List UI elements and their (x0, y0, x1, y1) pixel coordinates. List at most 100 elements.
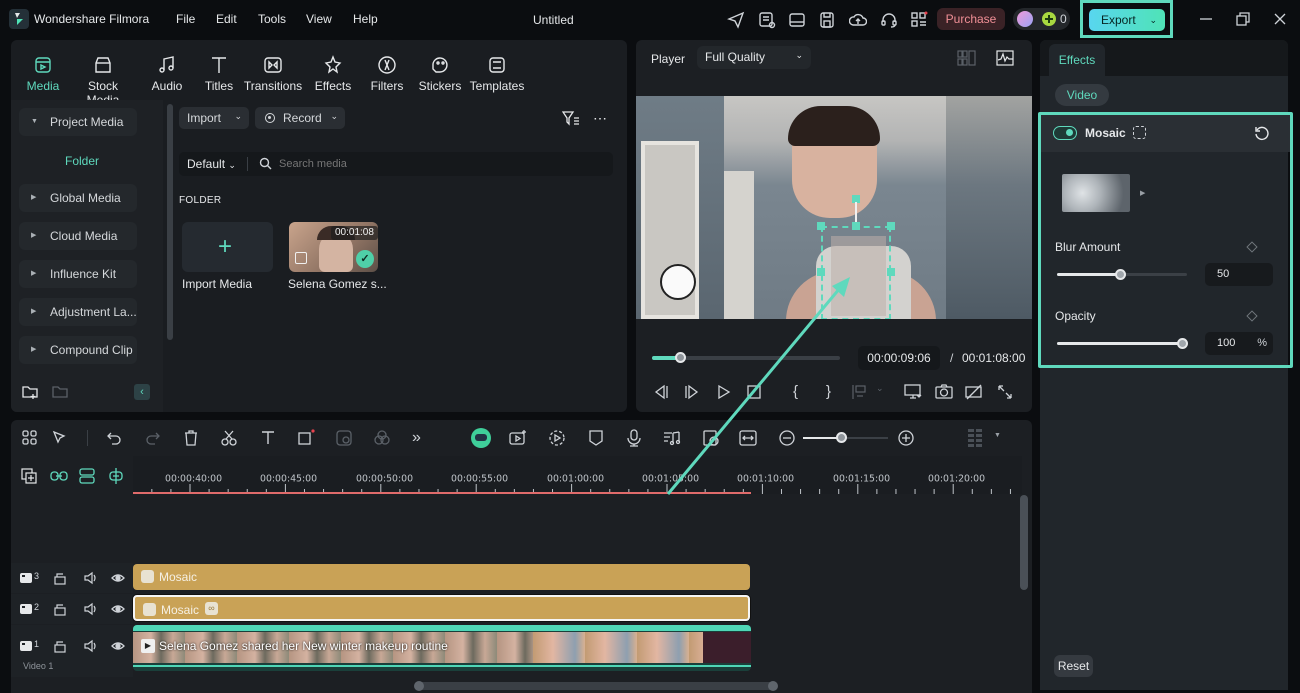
fit-timeline-icon[interactable] (739, 429, 757, 447)
search-input[interactable] (279, 155, 599, 173)
link-clips-icon[interactable] (50, 468, 68, 484)
speaker-icon[interactable] (83, 639, 97, 653)
snap-magnet-icon[interactable] (108, 468, 124, 484)
menu-view[interactable]: View (306, 12, 332, 26)
audio-mixer-icon[interactable] (663, 429, 681, 447)
media-thumbnail[interactable]: 00:01:08 ✓ (289, 222, 378, 272)
cloud-upload-icon[interactable] (849, 11, 867, 29)
task-list-icon[interactable] (758, 11, 776, 29)
sidebar-item-influence-kit[interactable]: ▶ Influence Kit (19, 260, 137, 288)
delete-trash-icon[interactable] (182, 429, 200, 447)
timeline-ruler[interactable]: 00:00:40:00 00:00:45:00 00:00:50:00 00:00:5… (133, 456, 1022, 494)
resize-handle[interactable] (887, 268, 895, 276)
crop-shape-icon[interactable] (297, 429, 315, 447)
tab-effects[interactable]: Effects (1049, 44, 1105, 76)
sidebar-folder[interactable]: Folder (65, 154, 99, 168)
avatar[interactable] (1017, 11, 1033, 27)
ai-portrait-icon[interactable] (335, 429, 353, 447)
video-clip[interactable]: ▶ Selena Gomez shared her New winter make… (133, 625, 751, 671)
headset-support-icon[interactable] (880, 11, 898, 29)
caret-down-icon[interactable]: ▼ (994, 432, 1001, 439)
undo-icon[interactable] (105, 429, 123, 447)
sidebar-scrollbar[interactable] (167, 104, 173, 340)
purchase-button[interactable]: Purchase (937, 8, 1005, 30)
sidebar-item-global-media[interactable]: ▶ Global Media (19, 184, 137, 212)
next-frame-icon[interactable] (683, 383, 701, 401)
record-button[interactable]: Record ⌄ (255, 107, 345, 129)
mark-in-icon[interactable]: { (793, 383, 811, 401)
quality-dropdown[interactable]: Full Quality ⌄ (697, 46, 811, 69)
new-folder-icon[interactable] (22, 384, 38, 400)
close-icon[interactable] (1271, 10, 1289, 28)
speaker-icon[interactable] (83, 602, 97, 616)
effect-clip[interactable]: Mosaic (133, 564, 750, 590)
add-media-ai-icon[interactable] (509, 429, 527, 447)
lock-icon[interactable] (53, 639, 67, 653)
fullscreen-icon[interactable] (996, 383, 1014, 401)
menu-tools[interactable]: Tools (258, 12, 286, 26)
auto-reframe-icon[interactable] (548, 429, 566, 447)
tab-transitions[interactable]: Transitions (243, 55, 303, 93)
current-time[interactable]: 00:00:09:06 (858, 346, 940, 370)
marker-shield-icon[interactable] (587, 429, 605, 447)
sort-dropdown[interactable]: Default ⌄ (187, 157, 236, 171)
keyframe-crop-icon[interactable] (702, 429, 720, 447)
timeline-horizontal-scrollbar[interactable] (414, 681, 778, 691)
save-icon[interactable] (818, 11, 836, 29)
tab-media[interactable]: Media (13, 55, 73, 93)
video-preview[interactable] (636, 96, 1032, 319)
zoom-in-icon[interactable] (897, 429, 915, 447)
sidebar-item-cloud-media[interactable]: ▶ Cloud Media (19, 222, 137, 250)
resize-handle[interactable] (817, 268, 825, 276)
add-track-icon[interactable] (21, 468, 37, 484)
voiceover-mic-icon[interactable] (625, 429, 643, 447)
delete-folder-icon[interactable] (52, 384, 68, 400)
tab-templates[interactable]: Templates (467, 55, 527, 93)
tab-audio[interactable]: Audio (137, 55, 197, 93)
eye-visibility-icon[interactable] (111, 639, 125, 653)
timeline-vertical-scrollbar[interactable] (1020, 495, 1028, 590)
import-button[interactable]: Import ⌄ (179, 107, 249, 129)
speaker-icon[interactable] (83, 571, 97, 585)
stop-icon[interactable] (745, 383, 763, 401)
subtab-video[interactable]: Video (1055, 84, 1109, 106)
filter-icon[interactable] (562, 110, 580, 126)
play-icon[interactable] (714, 383, 732, 401)
mark-out-icon[interactable]: } (826, 383, 844, 401)
sidebar-item-adjustment-la[interactable]: ▶ Adjustment La... (19, 298, 137, 326)
playhead-knob[interactable] (674, 352, 686, 363)
eye-visibility-icon[interactable] (111, 602, 125, 616)
layout-grid-icon[interactable] (21, 429, 39, 447)
lock-icon[interactable] (53, 602, 67, 616)
resize-handle[interactable] (852, 222, 860, 230)
resize-handle[interactable] (817, 222, 825, 230)
more-tools-icon[interactable]: » (412, 429, 430, 447)
reset-button[interactable]: Reset (1054, 655, 1093, 677)
restore-icon[interactable] (1234, 10, 1252, 28)
playback-progress-track[interactable] (652, 352, 840, 363)
split-scissors-icon[interactable] (220, 429, 238, 447)
display-settings-icon[interactable] (904, 383, 922, 401)
layout-icon[interactable] (788, 11, 806, 29)
menu-edit[interactable]: Edit (216, 12, 237, 26)
track-height-icon[interactable] (966, 429, 984, 447)
zoom-slider-knob[interactable] (836, 432, 848, 443)
tab-stickers[interactable]: Stickers (410, 55, 470, 93)
chevron-down-icon[interactable]: ⌄ (876, 383, 894, 401)
sidebar-item-compound-clip[interactable]: ▶ Compound Clip (19, 336, 137, 364)
resize-handle[interactable] (887, 222, 895, 230)
effect-clip[interactable]: Mosaic ∞ (133, 595, 750, 621)
account-credits[interactable]: 0 (1013, 8, 1070, 30)
color-match-icon[interactable] (373, 429, 391, 447)
export-button[interactable]: Export ⌄ (1089, 9, 1165, 31)
waveform-scope-icon[interactable] (996, 50, 1014, 66)
share-icon[interactable] (727, 11, 745, 29)
menu-file[interactable]: File (176, 12, 195, 26)
lock-icon[interactable] (53, 571, 67, 585)
track-settings-icon[interactable] (79, 468, 95, 484)
collapse-sidebar-button[interactable]: ‹ (134, 384, 150, 400)
previous-frame-icon[interactable] (652, 383, 670, 401)
sidebar-item-project-media[interactable]: ▼ Project Media (19, 108, 137, 136)
timeline-zoom-slider[interactable] (803, 432, 888, 443)
text-tool-icon[interactable] (259, 429, 277, 447)
